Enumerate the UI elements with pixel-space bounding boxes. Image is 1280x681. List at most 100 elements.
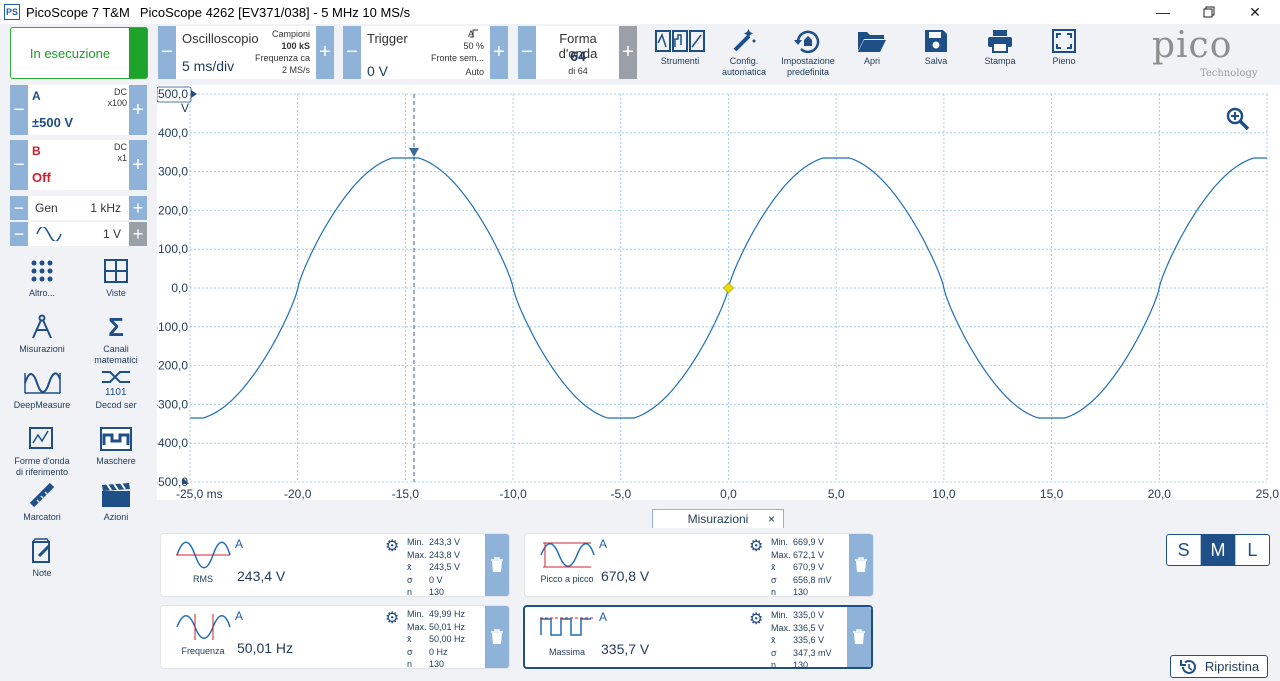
stat-value: 49,99 Hz bbox=[429, 609, 466, 619]
measurements-tab[interactable]: Misurazioni × bbox=[652, 509, 784, 528]
stat-row: x̄ 243,5 V bbox=[407, 561, 460, 574]
delete-measurement-button[interactable] bbox=[485, 606, 509, 668]
auto-setup-button[interactable]: Config. automatica bbox=[712, 26, 776, 80]
channel-b-coupling[interactable]: DC x1 bbox=[114, 142, 127, 164]
trigger-level-value[interactable]: 0 V bbox=[367, 63, 388, 79]
reference-waveforms-button[interactable]: Forme d'onda di riferimento bbox=[10, 424, 74, 478]
fullscreen-button[interactable]: Pieno bbox=[1032, 26, 1096, 80]
masks-label: Maschere bbox=[96, 456, 136, 466]
close-window-button[interactable]: ✕ bbox=[1232, 0, 1278, 24]
stat-value: 0 Hz bbox=[429, 646, 448, 657]
channel-a-range[interactable]: ±500 V bbox=[32, 115, 73, 130]
app-name: PicoScope 7 T&M bbox=[26, 4, 130, 20]
deepmeasure-button[interactable]: DeepMeasure bbox=[10, 368, 74, 411]
generator-frequency-decrease-button[interactable]: − bbox=[10, 196, 28, 220]
instruments-button[interactable]: Strumenti bbox=[648, 26, 712, 80]
channel-b-increase-button[interactable]: + bbox=[129, 140, 147, 190]
more-button[interactable]: Altro... bbox=[10, 256, 74, 299]
run-stop-button[interactable]: In esecuzione bbox=[10, 27, 148, 79]
channel-a-decrease-button[interactable]: − bbox=[10, 85, 28, 135]
stat-value: 336,5 V bbox=[793, 622, 825, 633]
scope-view[interactable]: 500,0 V 400,0 300,0 200,0 100,0 0,0 -100,0 -200,… bbox=[154, 85, 1280, 501]
size-large-button[interactable]: L bbox=[1236, 535, 1269, 565]
reset-button[interactable]: Ripristina bbox=[1170, 655, 1268, 678]
masks-button[interactable]: Maschere bbox=[84, 424, 148, 467]
waveform-current[interactable]: 64 bbox=[540, 48, 616, 64]
channel-b-range[interactable]: Off bbox=[32, 170, 51, 185]
x-tick-label: -15,0 bbox=[392, 487, 420, 500]
trigger-increase-button[interactable]: + bbox=[490, 26, 508, 79]
measurements-button[interactable]: Misurazioni bbox=[10, 312, 74, 355]
delete-measurement-button[interactable] bbox=[849, 534, 873, 596]
channel-b-control: − B DC x1 Off + bbox=[10, 140, 147, 190]
generator-amplitude-decrease-button[interactable]: − bbox=[10, 222, 28, 246]
rulers-icon bbox=[29, 482, 55, 508]
oscilloscope-plot[interactable]: 500,0V 400,0 300,0 200,0 100,0 0,0 -100,0 -200,… bbox=[154, 85, 1280, 501]
restore-button[interactable] bbox=[1186, 0, 1232, 24]
y-tick-label: -100,0 bbox=[157, 320, 188, 334]
trigger-percent: 50 % bbox=[463, 41, 484, 51]
maximum-icon bbox=[539, 613, 595, 643]
save-button[interactable]: Salva bbox=[904, 26, 968, 80]
generator-amplitude-increase-button[interactable]: + bbox=[129, 222, 147, 246]
notes-button[interactable]: Note bbox=[10, 536, 74, 579]
generator-amplitude[interactable]: 1 V bbox=[103, 227, 121, 241]
samples-value[interactable]: 100 kS bbox=[240, 41, 310, 51]
math-channels-button[interactable]: Σ Canali matematici bbox=[84, 312, 148, 366]
gear-icon[interactable]: ⚙ bbox=[749, 609, 763, 629]
trigger-decrease-button[interactable]: − bbox=[343, 26, 361, 79]
stat-label: σ bbox=[407, 574, 413, 585]
stat-row: Max. 50,01 Hz bbox=[407, 621, 465, 634]
waveform-previous-button[interactable]: − bbox=[518, 26, 536, 79]
timebase-increase-button[interactable]: + bbox=[316, 26, 334, 79]
minimize-button[interactable]: — bbox=[1140, 0, 1186, 24]
open-button[interactable]: Apri bbox=[840, 26, 904, 80]
trigger-marker[interactable] bbox=[722, 282, 735, 294]
size-medium-button[interactable]: M bbox=[1201, 535, 1236, 565]
size-small-button[interactable]: S bbox=[1167, 535, 1202, 565]
default-setup-button[interactable]: Impostazione predefinita bbox=[776, 26, 840, 80]
channel-a-coupling[interactable]: DC x100 bbox=[107, 87, 127, 109]
gear-icon[interactable]: ⚙ bbox=[749, 536, 763, 556]
waveform-next-button[interactable]: + bbox=[619, 26, 637, 79]
generator-frequency-increase-button[interactable]: + bbox=[129, 196, 147, 220]
picoscope-window: PS PicoScope 7 T&M PicoScope 4262 [EV371… bbox=[0, 0, 1280, 681]
measurement-card[interactable]: A Massima 335,7 V ⚙ Min. 335,0 V Max. 336,5 Vx̄… bbox=[523, 605, 873, 670]
rulers-button[interactable]: Marcatori bbox=[10, 480, 74, 523]
delete-measurement-button[interactable] bbox=[847, 607, 871, 667]
views-icon bbox=[104, 259, 128, 283]
measurement-card[interactable]: A Picco a picco 670,8 V ⚙ Min. 669,9 V Max. 672… bbox=[524, 533, 874, 597]
serial-decode-button[interactable]: 1101 Decod ser bbox=[84, 368, 148, 411]
actions-button[interactable]: Azioni bbox=[84, 480, 148, 523]
channel-a-coupling-value: DC bbox=[114, 87, 127, 97]
trigger-channel: A bbox=[467, 29, 474, 39]
channel-b-decrease-button[interactable]: − bbox=[10, 140, 28, 190]
zoom-icon[interactable] bbox=[1226, 107, 1250, 131]
y-axis-max-label[interactable]: 500,0 bbox=[158, 87, 188, 101]
reset-label: Ripristina bbox=[1204, 659, 1260, 674]
measurements-close-icon[interactable]: × bbox=[768, 512, 775, 526]
print-button[interactable]: Stampa bbox=[968, 26, 1032, 80]
measurement-card[interactable]: A Frequenza 50,01 Hz ⚙ Min. 49,99 Hz Max. 50,01… bbox=[160, 605, 510, 669]
y-axis-handle-icon[interactable] bbox=[191, 90, 197, 98]
rms-icon bbox=[175, 540, 231, 570]
stat-label: Min. bbox=[407, 609, 425, 619]
views-button[interactable]: Viste bbox=[84, 256, 148, 299]
marker-handle-icon[interactable] bbox=[409, 148, 420, 157]
trigger-mode[interactable]: Auto bbox=[424, 67, 484, 77]
auto-setup-icon bbox=[733, 29, 756, 52]
measurement-value: 670,8 V bbox=[601, 568, 650, 584]
measurement-channel: A bbox=[235, 537, 244, 551]
gear-icon[interactable]: ⚙ bbox=[385, 536, 399, 556]
measurements-icon bbox=[32, 314, 52, 339]
math-channels-label: Canali matematici bbox=[94, 344, 138, 365]
generator-frequency[interactable]: 1 kHz bbox=[90, 201, 121, 215]
delete-measurement-button[interactable] bbox=[485, 534, 509, 596]
channel-a-increase-button[interactable]: + bbox=[129, 85, 147, 135]
timebase-value[interactable]: 5 ms/div bbox=[182, 58, 234, 74]
sine-wave-icon[interactable] bbox=[36, 227, 62, 241]
measurement-card[interactable]: A RMS 243,4 V ⚙ Min. 243,3 V Max. 243,8 Vx̄ 243,… bbox=[160, 533, 510, 597]
gear-icon[interactable]: ⚙ bbox=[385, 608, 399, 628]
timebase-decrease-button[interactable]: − bbox=[158, 26, 176, 79]
trigger-diamond-icon[interactable] bbox=[722, 282, 735, 294]
